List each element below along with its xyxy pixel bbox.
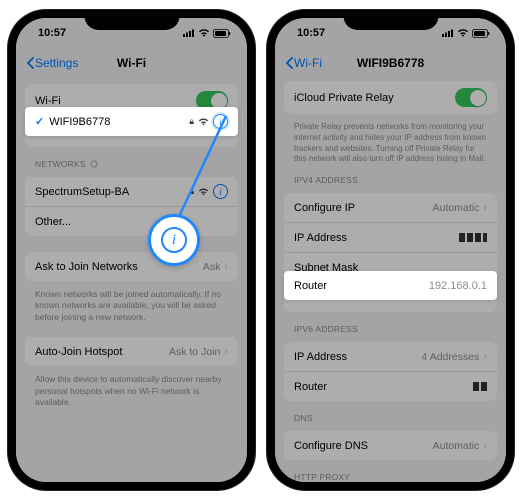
ask-join-group: Ask to Join Networks Ask › [25, 252, 238, 281]
relay-label: iCloud Private Relay [294, 92, 455, 104]
status-icons [442, 29, 490, 38]
auto-hotspot-row[interactable]: Auto-Join Hotspot Ask to Join › [25, 337, 238, 366]
nav-bar: Settings Wi-Fi [16, 48, 247, 78]
info-icon[interactable]: i [213, 114, 228, 129]
nav-bar: Wi-Fi WIFI9B6778 [275, 48, 506, 78]
chevron-right-icon: › [224, 261, 228, 273]
relay-group: iCloud Private Relay [284, 81, 497, 114]
notch [343, 10, 438, 30]
ip-address-masked [459, 233, 487, 242]
ipv6-group: IP Address 4 Addresses › Router [284, 342, 497, 401]
ipv6-router-row: Router [284, 371, 497, 401]
screen-right: 10:57 Wi-Fi WIFI9B6778 iCloud Private Re… [275, 18, 506, 482]
networks-group: SpectrumSetup-BA 🔒︎ i Other... [25, 177, 238, 236]
configure-ip-label: Configure IP [294, 202, 433, 214]
auto-hotspot-footer: Allow this device to automatically disco… [16, 372, 247, 412]
relay-row[interactable]: iCloud Private Relay [284, 81, 497, 114]
dns-label: Configure DNS [294, 440, 433, 452]
connected-name: WIFI9B6778 [49, 116, 189, 128]
signal-icon [183, 29, 195, 37]
signal-icon [442, 29, 454, 37]
ipv6-ip-value: 4 Addresses [422, 351, 480, 363]
info-callout: i [148, 214, 200, 266]
spinner-icon [90, 160, 98, 168]
network-name: Other... [35, 216, 228, 228]
check-icon: ✓ [35, 115, 44, 128]
ipv6-header: IPV6 ADDRESS [275, 318, 506, 336]
phone-right: 10:57 Wi-Fi WIFI9B6778 iCloud Private Re… [267, 10, 514, 490]
proxy-header: HTTP PROXY [275, 466, 506, 482]
relay-footer: Private Relay prevents networks from mon… [275, 120, 506, 169]
ask-join-footer: Known networks will be joined automatica… [16, 287, 247, 327]
battery-icon [472, 29, 490, 38]
configure-ip-row[interactable]: Configure IP Automatic › [284, 193, 497, 222]
network-row[interactable]: Other... [25, 206, 238, 236]
networks-header: NETWORKS [16, 153, 247, 171]
auto-hotspot-value: Ask to Join [169, 346, 220, 358]
ipv6-ip-label: IP Address [294, 351, 422, 363]
lock-icon: 🔒︎ [189, 186, 194, 197]
nav-title: Wi-Fi [16, 56, 247, 70]
dns-value: Automatic [433, 440, 480, 452]
chevron-right-icon: › [483, 202, 487, 214]
notch [84, 10, 179, 30]
wifi-label: Wi-Fi [35, 95, 196, 107]
ip-address-label: IP Address [294, 232, 459, 244]
ip-address-row: IP Address [284, 222, 497, 252]
wifi-icon [198, 188, 209, 196]
router-label: Router [294, 280, 429, 292]
relay-toggle[interactable] [455, 88, 487, 107]
nav-title: WIFI9B6778 [275, 56, 506, 70]
chevron-right-icon: › [483, 351, 487, 363]
screen-left: 10:57 Settings Wi-Fi Wi-Fi NETWORKS [16, 18, 247, 482]
network-row[interactable]: SpectrumSetup-BA 🔒︎ i [25, 177, 238, 206]
status-icons [183, 29, 231, 38]
dns-header: DNS [275, 407, 506, 425]
wifi-icon [198, 29, 210, 37]
configure-ip-value: Automatic [433, 202, 480, 214]
ipv6-router-label: Router [294, 381, 473, 393]
info-icon-large: i [161, 227, 187, 253]
ipv4-header: IPV4 ADDRESS [275, 169, 506, 187]
network-name: SpectrumSetup-BA [35, 186, 189, 198]
status-time: 10:57 [38, 27, 66, 39]
battery-icon [213, 29, 231, 38]
auto-hotspot-group: Auto-Join Hotspot Ask to Join › [25, 337, 238, 366]
status-time: 10:57 [297, 27, 325, 39]
ask-join-row[interactable]: Ask to Join Networks Ask › [25, 252, 238, 281]
dns-row[interactable]: Configure DNS Automatic › [284, 431, 497, 460]
ipv6-ip-row[interactable]: IP Address 4 Addresses › [284, 342, 497, 371]
info-icon[interactable]: i [213, 184, 228, 199]
chevron-right-icon: › [224, 346, 228, 358]
router-row-highlight: Router 192.168.0.1 [284, 271, 497, 300]
ask-join-value: Ask [203, 261, 221, 273]
dns-group: Configure DNS Automatic › [284, 431, 497, 460]
wifi-icon [457, 29, 469, 37]
auto-hotspot-label: Auto-Join Hotspot [35, 346, 169, 358]
lock-icon: 🔒︎ [189, 116, 194, 127]
connected-network-highlight[interactable]: ✓ WIFI9B6778 🔒︎ i [25, 107, 238, 136]
wifi-icon [198, 118, 209, 126]
phone-left: 10:57 Settings Wi-Fi Wi-Fi NETWORKS [8, 10, 255, 490]
router-value: 192.168.0.1 [429, 280, 487, 292]
ipv6-router-masked [473, 382, 487, 391]
chevron-right-icon: › [483, 440, 487, 452]
